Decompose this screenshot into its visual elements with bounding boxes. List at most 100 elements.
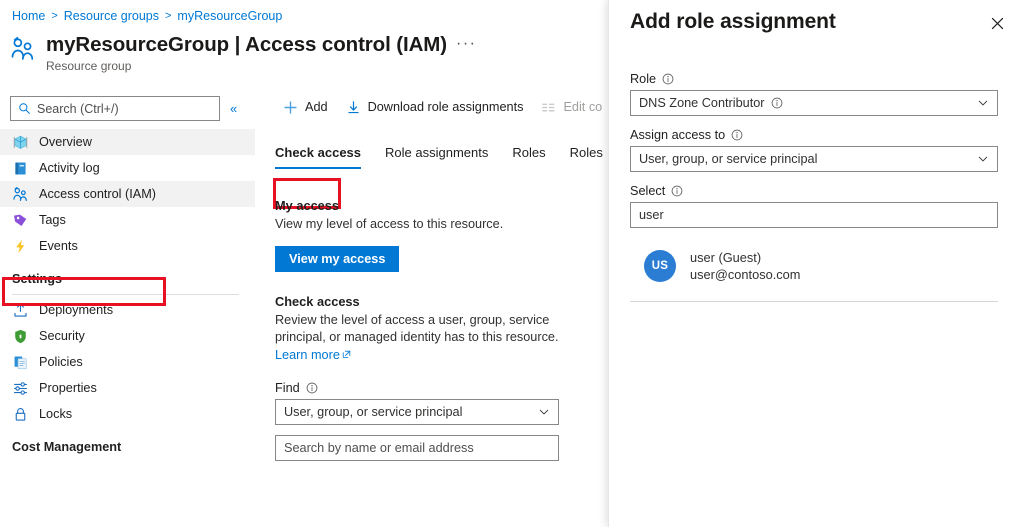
add-button[interactable]: Add — [274, 94, 337, 120]
my-access-heading: My access — [275, 198, 605, 213]
close-icon — [990, 16, 1005, 31]
close-button[interactable] — [986, 12, 1008, 34]
find-select-value: User, group, or service principal — [284, 405, 462, 419]
sidebar-item-label: Locks — [39, 407, 72, 421]
sidebar-item-overview[interactable]: Overview — [0, 129, 255, 155]
access-control-users-icon — [10, 36, 37, 63]
page-subtitle: Resource group — [46, 59, 477, 73]
select-label-row: Select — [630, 184, 1002, 198]
tab-roles[interactable]: Roles — [512, 145, 545, 169]
select-principal-input[interactable] — [639, 208, 989, 222]
sidebar-search-row: « — [10, 96, 237, 121]
check-access-panel: My access View my level of access to thi… — [275, 198, 605, 461]
select-label: Select — [630, 184, 665, 198]
tab-roles-secondary[interactable]: Roles — [570, 145, 603, 169]
breadcrumb-separator: > — [51, 8, 57, 24]
find-search-input[interactable] — [284, 441, 550, 455]
find-search-input-wrapper[interactable] — [275, 435, 559, 461]
more-options-button[interactable]: ··· — [456, 37, 476, 51]
find-select[interactable]: User, group, or service principal — [275, 399, 559, 425]
find-label: Find — [275, 381, 300, 395]
result-divider — [630, 301, 998, 302]
role-select-value: DNS Zone Contributor — [639, 96, 765, 110]
search-input[interactable] — [37, 102, 212, 116]
view-my-access-button[interactable]: View my access — [275, 246, 399, 272]
info-icon[interactable] — [662, 73, 674, 85]
sidebar-item-label: Access control (IAM) — [39, 187, 156, 201]
principal-result-item[interactable]: US user (Guest) user@contoso.com — [630, 250, 1002, 282]
search-input-wrapper[interactable] — [10, 96, 220, 121]
info-icon[interactable] — [771, 97, 783, 109]
add-button-label: Add — [305, 100, 328, 114]
tab-check-access[interactable]: Check access — [275, 145, 361, 169]
deployments-upload-icon — [12, 302, 29, 319]
collapse-sidebar-button[interactable]: « — [230, 101, 237, 116]
sidebar-item-label: Deployments — [39, 303, 113, 317]
policies-document-icon — [12, 354, 29, 371]
sidebar-item-policies[interactable]: Policies — [0, 349, 255, 375]
principal-email: user@contoso.com — [690, 267, 800, 282]
avatar: US — [644, 250, 676, 282]
assign-access-to-label: Assign access to — [630, 128, 725, 142]
sidebar: « Overview Activity log — [0, 88, 262, 527]
my-access-description: View my level of access to this resource… — [275, 216, 562, 234]
sidebar-section-settings: Settings — [0, 259, 240, 289]
principal-name: user (Guest) — [690, 250, 800, 265]
sidebar-item-properties[interactable]: Properties — [0, 375, 255, 401]
sidebar-item-access-control-iam[interactable]: Access control (IAM) — [0, 181, 255, 207]
info-icon[interactable] — [306, 382, 318, 394]
blade-title: Add role assignment — [630, 10, 836, 34]
check-access-description-text: Review the level of access a user, group… — [275, 313, 559, 345]
breadcrumb-item-home[interactable]: Home — [12, 8, 45, 24]
info-icon[interactable] — [731, 129, 743, 141]
learn-more-link[interactable]: Learn more — [275, 348, 340, 362]
sidebar-item-events[interactable]: Events — [0, 233, 255, 259]
download-role-assignments-button[interactable]: Download role assignments — [337, 94, 533, 120]
edit-columns-label: Edit co — [563, 100, 602, 114]
sidebar-item-label: Policies — [39, 355, 83, 369]
security-shield-icon — [12, 328, 29, 345]
sidebar-divider — [12, 294, 239, 295]
breadcrumb-separator: > — [165, 8, 171, 24]
breadcrumb: Home > Resource groups > myResourceGroup — [12, 8, 282, 24]
overview-cube-icon — [12, 134, 29, 151]
tab-bar: Check access Role assignments Roles Role… — [275, 145, 603, 169]
role-label: Role — [630, 72, 656, 86]
assign-access-to-label-row: Assign access to — [630, 128, 1002, 142]
breadcrumb-item-my-resource-group[interactable]: myResourceGroup — [177, 8, 282, 24]
add-role-assignment-form: Role DNS Zone Contributor Assi — [630, 72, 1002, 302]
role-select[interactable]: DNS Zone Contributor — [630, 90, 998, 116]
external-link-icon — [342, 350, 351, 359]
sidebar-item-label: Security — [39, 329, 85, 343]
download-button-label: Download role assignments — [368, 100, 524, 114]
locks-padlock-icon — [12, 406, 29, 423]
sidebar-nav-list: Overview Activity log — [0, 129, 262, 457]
search-icon — [18, 102, 31, 115]
sidebar-item-tags[interactable]: Tags — [0, 207, 255, 233]
check-access-heading: Check access — [275, 294, 605, 309]
assign-access-to-value: User, group, or service principal — [639, 152, 817, 166]
tab-role-assignments[interactable]: Role assignments — [385, 145, 488, 169]
select-principal-input-wrapper[interactable] — [630, 202, 998, 228]
edit-columns-icon — [541, 100, 556, 115]
sidebar-item-locks[interactable]: Locks — [0, 401, 255, 427]
activity-log-book-icon — [12, 160, 29, 177]
page-header: myResourceGroup | Access control (IAM) ·… — [10, 33, 477, 73]
assign-access-to-select[interactable]: User, group, or service principal — [630, 146, 998, 172]
sidebar-section-cost-management: Cost Management — [0, 427, 240, 457]
tag-icon — [12, 212, 29, 229]
chevron-down-icon — [538, 406, 550, 418]
main-content: Add Download role assignments Edit co — [262, 88, 608, 527]
info-icon[interactable] — [671, 185, 683, 197]
sidebar-item-activity-log[interactable]: Activity log — [0, 155, 255, 181]
sidebar-item-deployments[interactable]: Deployments — [0, 297, 255, 323]
page-title: myResourceGroup | Access control (IAM) — [46, 33, 447, 57]
role-label-row: Role — [630, 72, 1002, 86]
breadcrumb-item-resource-groups[interactable]: Resource groups — [64, 8, 159, 24]
command-bar: Add Download role assignments Edit co — [274, 94, 611, 120]
sidebar-item-label: Overview — [39, 135, 92, 149]
sidebar-item-security[interactable]: Security — [0, 323, 255, 349]
chevron-down-icon — [977, 97, 989, 109]
sidebar-item-label: Activity log — [39, 161, 100, 175]
properties-sliders-icon — [12, 380, 29, 397]
